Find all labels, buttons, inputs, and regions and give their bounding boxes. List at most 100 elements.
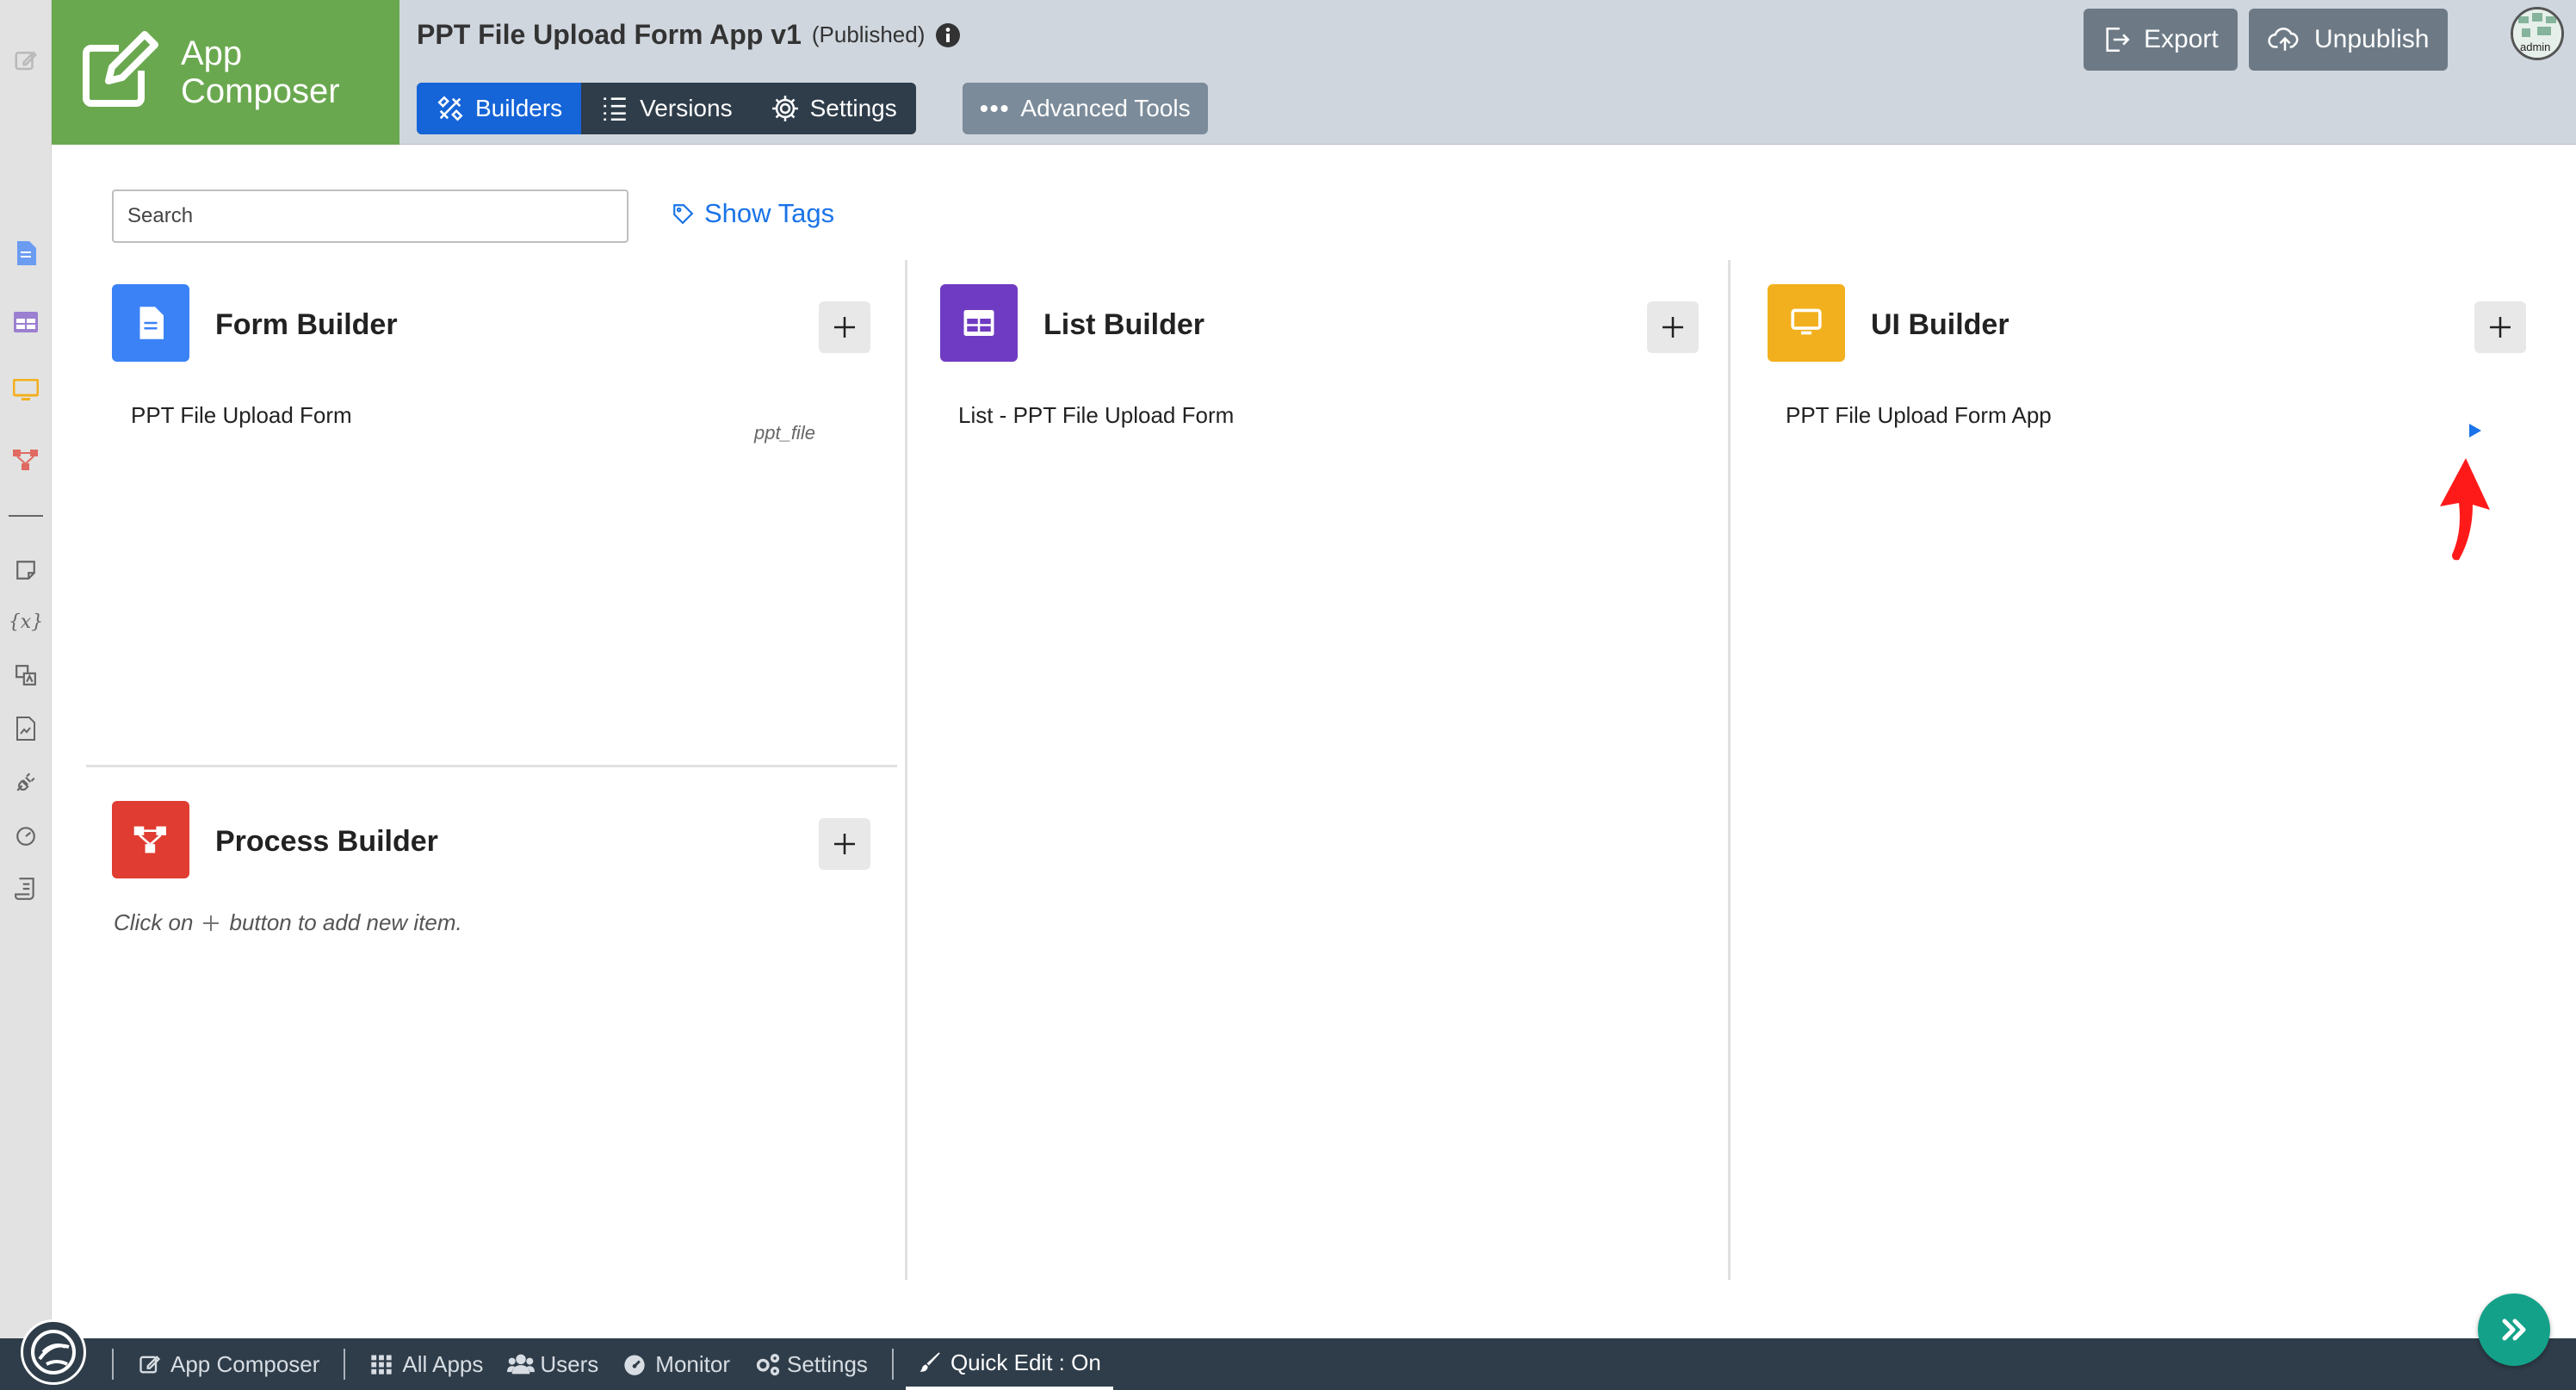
- expand-panel-button[interactable]: [2478, 1294, 2550, 1366]
- tab-versions-label: Versions: [640, 95, 733, 121]
- plus-icon: [2490, 317, 2511, 338]
- annotation-arrow-icon: [2433, 453, 2493, 565]
- ui-builder-icon: [1768, 284, 1845, 362]
- translate-icon[interactable]: [12, 661, 40, 689]
- more-dots-icon: •••: [980, 95, 1011, 121]
- footer-users-label: Users: [540, 1350, 599, 1377]
- launch-app-icon[interactable]: [2468, 422, 2483, 439]
- footer-settings[interactable]: Settings: [742, 1338, 880, 1390]
- export-label: Export: [2144, 25, 2219, 53]
- tag-icon: [672, 202, 694, 225]
- plus-icon: [201, 914, 220, 933]
- rail-divider: [9, 515, 43, 517]
- app-title: PPT File Upload Form App v1 (Published): [417, 19, 961, 51]
- tab-builders[interactable]: Builders: [417, 83, 582, 134]
- app-header: PPT File Upload Form App v1 (Published) …: [399, 0, 2576, 145]
- info-icon[interactable]: [935, 22, 961, 48]
- note-icon[interactable]: [12, 556, 40, 584]
- process-builder-icon: [112, 801, 189, 878]
- hint-text-start: Click on: [114, 909, 194, 935]
- tab-settings-label: Settings: [809, 95, 897, 121]
- list-builder-title: List Builder: [1043, 308, 1205, 341]
- add-form-button[interactable]: [819, 301, 870, 353]
- column-divider: [905, 260, 907, 1280]
- footer-settings-label: Settings: [786, 1350, 868, 1377]
- footer-all-apps[interactable]: All Apps: [357, 1338, 495, 1390]
- ui-builder-rail-icon[interactable]: [12, 377, 40, 405]
- edit-icon: [76, 31, 158, 114]
- logs-icon[interactable]: [12, 875, 40, 903]
- ui-item-link[interactable]: PPT File Upload Form App: [1786, 402, 2052, 429]
- column-divider: [1728, 260, 1731, 1280]
- users-icon: [507, 1352, 536, 1376]
- footer-divider: [344, 1349, 346, 1380]
- edit-icon[interactable]: [12, 47, 40, 74]
- list-builder-rail-icon[interactable]: [12, 308, 40, 336]
- brand-name: App Composer: [181, 34, 340, 110]
- export-icon: [2102, 25, 2132, 54]
- footer-divider: [891, 1349, 894, 1380]
- export-button[interactable]: Export: [2084, 9, 2238, 71]
- list-icon: [600, 94, 629, 123]
- quick-edit-label: Quick Edit : On: [950, 1349, 1101, 1375]
- form-builder-icon: [112, 284, 189, 362]
- advanced-tools-label: Advanced Tools: [1020, 95, 1191, 121]
- hint-text-end: button to add new item.: [229, 909, 462, 935]
- gauge-icon: [622, 1352, 647, 1376]
- builder-tabs: Builders Versions Settings: [417, 83, 916, 134]
- advanced-tools-button[interactable]: ••• Advanced Tools: [963, 83, 1208, 134]
- footer-app-composer[interactable]: App Composer: [126, 1338, 331, 1390]
- add-ui-button[interactable]: [2474, 301, 2526, 353]
- quick-edit-toggle[interactable]: Quick Edit : On: [905, 1338, 1113, 1390]
- footer-monitor-label: Monitor: [655, 1350, 730, 1377]
- left-rail: {x}: [0, 0, 52, 1338]
- add-list-button[interactable]: [1647, 301, 1699, 353]
- ui-builder-title: UI Builder: [1871, 308, 2009, 341]
- tab-settings[interactable]: Settings: [752, 83, 916, 134]
- unpublish-label: Unpublish: [2314, 25, 2430, 53]
- avatar[interactable]: admin: [2511, 7, 2564, 60]
- double-chevron-right-icon: [2502, 1319, 2526, 1341]
- report-icon[interactable]: [12, 715, 40, 742]
- unpublish-button[interactable]: Unpublish: [2249, 9, 2449, 71]
- search-input[interactable]: [112, 189, 629, 243]
- form-item-tag: ppt_file: [754, 422, 815, 444]
- plus-icon: [834, 834, 855, 854]
- avatar-label: admin: [2520, 40, 2551, 53]
- edit-icon: [138, 1352, 162, 1376]
- footer-app-composer-label: App Composer: [170, 1350, 320, 1377]
- footer-nav: App Composer All Apps Users Monitor Sett…: [100, 1338, 1113, 1390]
- gears-icon: [754, 1352, 780, 1376]
- tab-versions[interactable]: Versions: [581, 83, 751, 134]
- process-empty-hint: Click on button to add new item.: [114, 909, 462, 936]
- grid-icon: [369, 1352, 393, 1376]
- footer-monitor[interactable]: Monitor: [610, 1338, 742, 1390]
- performance-icon[interactable]: [12, 822, 40, 849]
- plus-icon: [834, 317, 855, 338]
- show-tags-label: Show Tags: [704, 198, 835, 228]
- platform-logo-icon[interactable]: [21, 1319, 86, 1385]
- process-builder-title: Process Builder: [215, 825, 438, 858]
- form-item-link[interactable]: PPT File Upload Form: [131, 402, 352, 429]
- plus-icon: [1663, 317, 1683, 338]
- form-builder-rail-icon[interactable]: [12, 239, 40, 267]
- show-tags-link[interactable]: Show Tags: [672, 198, 834, 229]
- paintbrush-icon: [918, 1350, 942, 1374]
- tab-builders-label: Builders: [475, 95, 563, 121]
- app-title-text: PPT File Upload Form App v1: [417, 19, 802, 50]
- cloud-upload-icon: [2268, 25, 2302, 54]
- add-process-button[interactable]: [819, 818, 870, 870]
- list-builder-icon: [940, 284, 1018, 362]
- row-divider: [86, 765, 897, 767]
- list-item-link[interactable]: List - PPT File Upload Form: [958, 402, 1234, 429]
- footer-divider: [112, 1349, 114, 1380]
- footer-users[interactable]: Users: [495, 1338, 610, 1390]
- publish-status: (Published): [811, 22, 926, 47]
- plugin-icon[interactable]: [12, 768, 40, 796]
- gear-icon: [771, 94, 800, 123]
- app-composer-brand[interactable]: App Composer: [52, 0, 399, 145]
- form-builder-title: Form Builder: [215, 308, 398, 341]
- variables-icon[interactable]: {x}: [9, 608, 43, 636]
- footer-all-apps-label: All Apps: [402, 1350, 484, 1377]
- process-builder-rail-icon[interactable]: [12, 446, 40, 474]
